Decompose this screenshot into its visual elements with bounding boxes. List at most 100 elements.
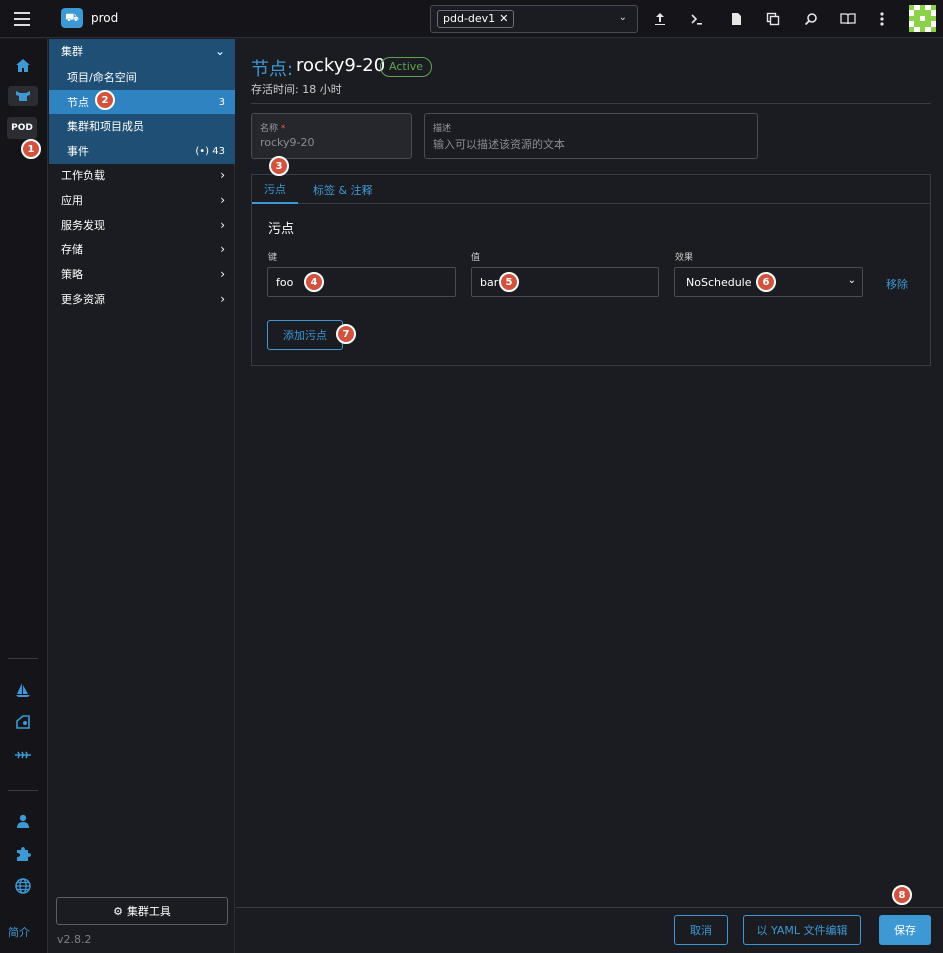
rail-divider: [8, 658, 38, 659]
sidebar-section-label: 策略: [61, 268, 83, 281]
pod-cluster-item[interactable]: POD: [7, 117, 37, 139]
storage-icon[interactable]: [12, 712, 34, 732]
tab-bar: 污点 标签 & 注释: [252, 175, 930, 204]
sidebar-item-label: 集群和项目成员: [67, 120, 144, 133]
effect-column-label: 效果: [675, 253, 694, 263]
tab-taints[interactable]: 污点: [252, 175, 298, 204]
top-bar: ⛟ prod pdd-dev1 ✕ ⌄: [0, 0, 943, 38]
sidebar-section-label: 存储: [61, 243, 83, 256]
cancel-button[interactable]: 取消: [674, 915, 728, 945]
status-badge: Active: [380, 57, 433, 77]
cluster-group-header[interactable]: 集群 ⌄: [49, 39, 235, 63]
gear-icon: ⚙: [113, 904, 123, 918]
home-icon[interactable]: [12, 55, 34, 75]
namespace-chip: pdd-dev1 ✕: [437, 10, 515, 28]
avatar[interactable]: [909, 5, 936, 32]
chevron-right-icon: ›: [220, 193, 225, 207]
page-title: rocky9-20: [296, 55, 386, 76]
about-link[interactable]: 简介: [8, 924, 30, 940]
user-icon[interactable]: [12, 811, 34, 831]
cluster-explorer-icon[interactable]: [8, 86, 38, 106]
events-count: 43: [212, 145, 225, 157]
step-marker-4: 4: [304, 272, 324, 292]
sidebar-item-label: 节点: [67, 96, 89, 109]
name-field: 名称 * rocky9-20: [251, 113, 412, 159]
description-field[interactable]: 描述 输入可以描述该资源的文本: [424, 113, 758, 159]
description-placeholder[interactable]: 输入可以描述该资源的文本: [433, 136, 565, 152]
sidebar-section-storage[interactable]: 存储 ›: [49, 237, 235, 261]
step-marker-2: 2: [95, 90, 115, 110]
sidebar-item-events[interactable]: 事件 (•) 43: [49, 139, 235, 163]
chevron-right-icon: ›: [220, 168, 225, 182]
sidebar-section-policy[interactable]: 策略 ›: [49, 262, 235, 286]
file-icon[interactable]: [726, 9, 746, 29]
remove-taint-link[interactable]: 移除: [886, 276, 908, 292]
chevron-right-icon: ›: [220, 218, 225, 232]
sidebar-item-projects[interactable]: 项目/命名空间: [49, 65, 235, 89]
add-taint-button[interactable]: 添加污点: [267, 320, 343, 350]
book-icon[interactable]: [838, 9, 858, 29]
taints-section-title: 污点: [268, 222, 295, 237]
step-marker-7: 7: [336, 324, 356, 344]
description-field-label: 描述: [433, 124, 452, 134]
divider: [251, 103, 931, 104]
value-column-label: 值: [471, 253, 481, 263]
key-column-label: 键: [268, 253, 278, 263]
events-icon: (•): [195, 145, 213, 157]
globe-icon[interactable]: [12, 876, 34, 896]
cluster-group-label: 集群: [61, 45, 83, 58]
tab-labels-annotations[interactable]: 标签 & 注释: [301, 175, 385, 204]
sidebar-item-count: 3: [218, 96, 225, 108]
sidebar-section-label: 服务发现: [61, 219, 105, 232]
sidebar-item-members[interactable]: 集群和项目成员: [49, 114, 235, 138]
sidebar-section-label: 更多资源: [61, 293, 105, 306]
cluster-tools-button[interactable]: ⚙ 集群工具: [56, 897, 228, 925]
save-button[interactable]: 保存: [879, 915, 931, 945]
namespace-filter[interactable]: pdd-dev1 ✕ ⌄: [430, 5, 638, 33]
menu-icon[interactable]: [14, 12, 30, 26]
sidebar-item-count: (•) 43: [195, 146, 225, 157]
copy-icon[interactable]: [763, 9, 783, 29]
terminal-icon[interactable]: [687, 9, 707, 29]
sidebar-section-workloads[interactable]: 工作负载 ›: [49, 163, 235, 187]
edit-yaml-button[interactable]: 以 YAML 文件编辑: [743, 915, 861, 945]
name-field-value: rocky9-20: [260, 136, 315, 149]
sidebar-section-service-discovery[interactable]: 服务发现 ›: [49, 213, 235, 237]
footer-divider: [236, 907, 943, 908]
left-rail: POD 简介: [0, 39, 48, 953]
sidebar-section-apps[interactable]: 应用 ›: [49, 188, 235, 212]
sailboat-icon[interactable]: [12, 680, 34, 700]
sidebar-section-label: 工作负载: [61, 169, 105, 182]
more-icon[interactable]: [872, 9, 892, 29]
age-label: 存活时间: 18 小时: [251, 83, 342, 96]
chevron-right-icon: ›: [220, 267, 225, 281]
chevron-right-icon: ›: [220, 292, 225, 306]
resource-kind: 节点:: [251, 59, 294, 80]
sidebar-item-label: 事件: [67, 145, 89, 158]
cluster-tools-label: 集群工具: [126, 905, 171, 918]
sidebar-item-nodes[interactable]: 节点 3: [49, 90, 235, 114]
sidebar-section-label: 应用: [61, 194, 83, 207]
required-marker: *: [280, 124, 286, 134]
search-icon[interactable]: [801, 9, 821, 29]
step-marker-6: 6: [756, 272, 776, 292]
sidebar-item-label: 项目/命名空间: [67, 71, 137, 84]
taint-key-input[interactable]: foo: [267, 267, 456, 297]
upload-icon[interactable]: [650, 9, 670, 29]
namespace-chip-label: pdd-dev1: [443, 12, 496, 25]
side-nav: 集群 ⌄ 项目/命名空间 节点 3 集群和项目成员 事件 (•) 43 工作负载…: [49, 39, 235, 953]
chevron-right-icon: ›: [220, 242, 225, 256]
cluster-logo-icon: ⛟: [61, 8, 83, 28]
close-icon[interactable]: ✕: [499, 11, 508, 27]
sidebar-section-more-resources[interactable]: 更多资源 ›: [49, 287, 235, 311]
step-marker-8: 8: [892, 885, 912, 905]
chevron-down-icon[interactable]: ⌄: [619, 12, 627, 23]
name-label-text: 名称: [260, 124, 279, 134]
step-marker-1: 1: [21, 139, 41, 159]
extensions-icon[interactable]: [12, 844, 34, 864]
name-field-label: 名称 *: [260, 121, 285, 134]
taint-effect-value: NoSchedule: [686, 275, 752, 289]
step-marker-5: 5: [499, 272, 519, 292]
version-label: v2.8.2: [57, 933, 92, 946]
gateway-icon[interactable]: [12, 745, 34, 765]
